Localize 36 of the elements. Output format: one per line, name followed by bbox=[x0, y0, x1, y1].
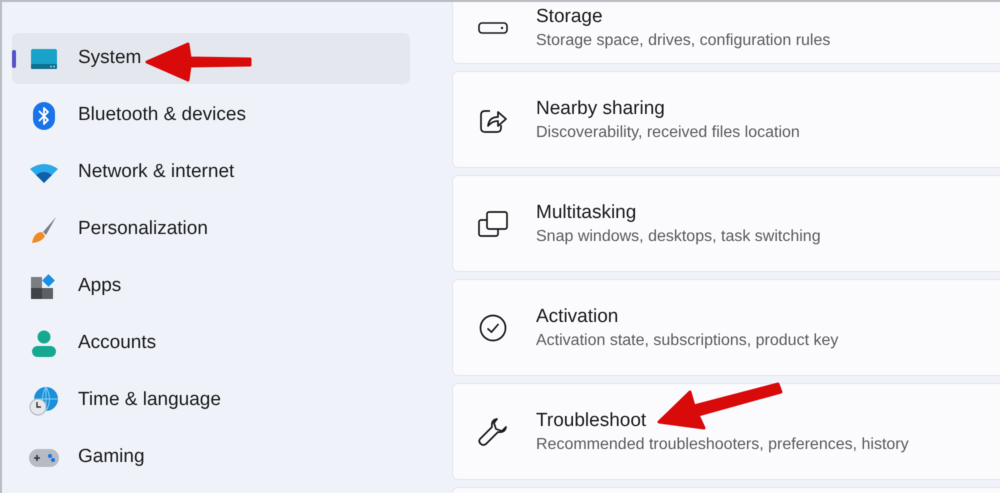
sidebar-item[interactable]: Gaming bbox=[12, 432, 410, 483]
sidebar-item[interactable]: Personalization bbox=[12, 204, 410, 255]
card-description: Storage space, drives, configuration rules bbox=[536, 31, 830, 51]
settings-card[interactable]: Multitasking Snap windows, desktops, task switching bbox=[452, 175, 1000, 272]
sidebar-item[interactable]: Time & language bbox=[12, 375, 410, 426]
person-icon bbox=[31, 330, 57, 358]
sidebar-item[interactable]: Network & internet bbox=[12, 147, 410, 198]
checkmark-circle-icon bbox=[479, 314, 507, 342]
card-title: Activation bbox=[536, 304, 620, 328]
gamepad-icon bbox=[29, 448, 59, 468]
bluetooth-icon bbox=[33, 102, 55, 130]
sidebar-item[interactable]: Accounts bbox=[12, 318, 410, 369]
card-description: Snap windows, desktops, task switching bbox=[536, 226, 821, 246]
card-title: Storage bbox=[536, 5, 604, 29]
settings-card[interactable]: Storage Storage space, drives, configuration rules bbox=[452, 2, 1000, 64]
wrench-icon bbox=[478, 416, 508, 446]
globe-clock-icon bbox=[29, 386, 59, 416]
selection-indicator bbox=[12, 50, 16, 68]
sidebar-item[interactable]: Bluetooth & devices bbox=[12, 90, 410, 141]
drive-icon bbox=[478, 22, 508, 34]
settings-card[interactable]: Activation Activation state, subscriptions, product key bbox=[452, 279, 1000, 376]
settings-card[interactable]: Troubleshoot Recommended troubleshooters, preferences, history bbox=[452, 383, 1000, 480]
wifi-icon bbox=[30, 162, 58, 182]
card-title: Troubleshoot bbox=[536, 408, 648, 432]
monitor-icon bbox=[30, 48, 58, 70]
windows-stack-icon bbox=[478, 210, 508, 236]
sidebar-item[interactable]: System bbox=[12, 33, 410, 84]
sidebar-item[interactable]: Apps bbox=[12, 261, 410, 312]
settings-card[interactable]: Nearby sharing Discoverability, received files location bbox=[452, 71, 1000, 168]
paintbrush-icon bbox=[30, 216, 58, 244]
apps-icon bbox=[31, 274, 57, 300]
card-title: Nearby sharing bbox=[536, 96, 666, 120]
card-description: Activation state, subscriptions, product key bbox=[536, 330, 838, 350]
card-description: Discoverability, received files location bbox=[536, 122, 800, 142]
card-title: Multitasking bbox=[536, 200, 638, 224]
card-description: Recommended troubleshooters, preferences, history bbox=[536, 434, 909, 454]
